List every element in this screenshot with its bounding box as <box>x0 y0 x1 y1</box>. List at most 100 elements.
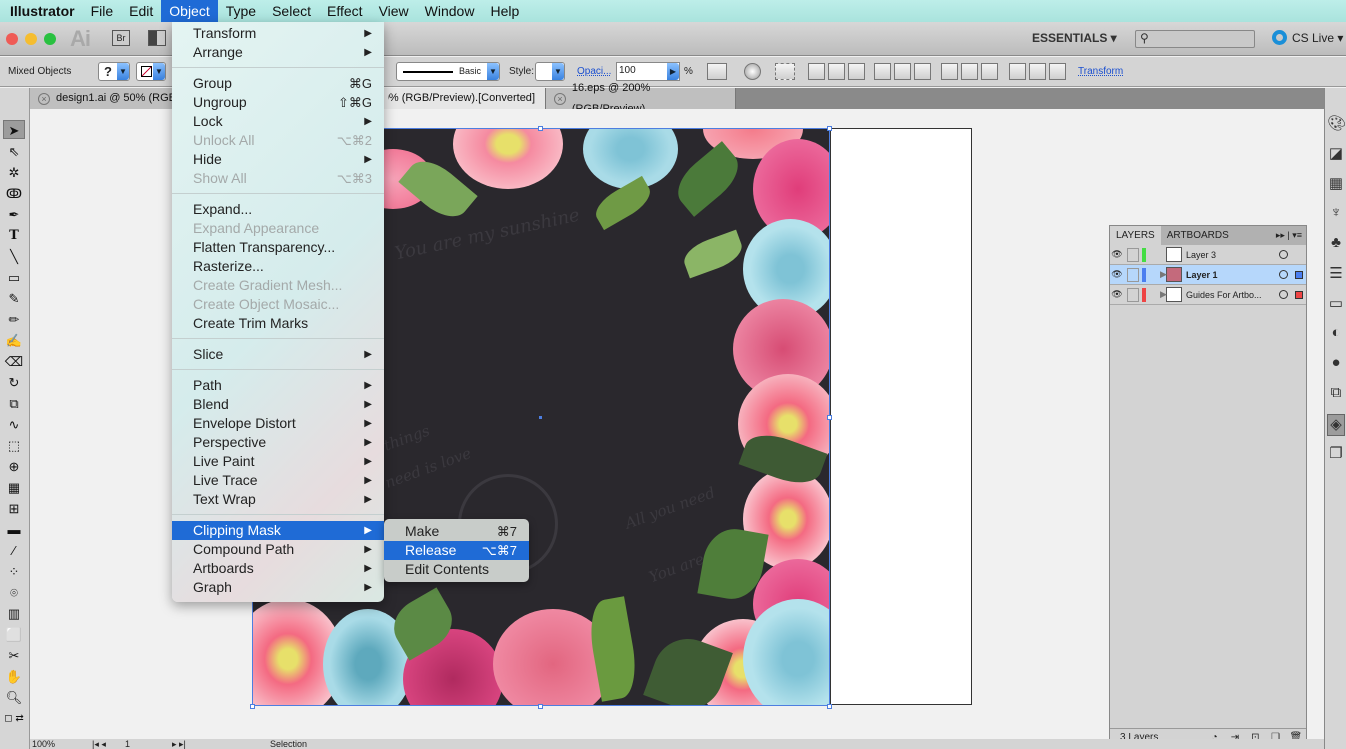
close-tab-icon[interactable]: × <box>38 92 50 105</box>
visibility-eye-icon[interactable]: 👁︎ <box>1110 249 1124 260</box>
tab-converted-eps[interactable]: [Converted].eps* @ 100% (RGB/Preview) <box>380 88 546 109</box>
distribute-vertical-center-icon[interactable] <box>961 63 978 80</box>
stroke-swatch[interactable]: ▼ <box>136 62 166 81</box>
menu-window[interactable]: Window <box>417 0 483 22</box>
color-guide-icon[interactable]: 🎨︎ <box>1327 114 1346 136</box>
visibility-eye-icon[interactable]: 👁︎ <box>1110 289 1124 300</box>
arrange-documents-icon[interactable] <box>148 30 166 46</box>
menu-item-rasterize[interactable]: Rasterize... <box>172 257 384 276</box>
gradient-panel-icon[interactable]: ▭ <box>1327 294 1345 316</box>
brushes-icon[interactable]: ♆ <box>1327 204 1345 226</box>
artboard-number-field[interactable]: 1 <box>125 739 130 749</box>
distribute-top-icon[interactable] <box>941 63 958 80</box>
eyedropper-tool-icon[interactable]: ⁄ <box>3 540 25 559</box>
distribute-right-icon[interactable] <box>1049 63 1066 80</box>
menu-help[interactable]: Help <box>482 0 527 22</box>
expand-triangle-icon[interactable]: ▶ <box>1160 289 1167 300</box>
menu-item-envelope-distort[interactable]: Envelope Distort ▶ <box>172 414 384 433</box>
layers-panel-icon[interactable]: ◈ <box>1327 414 1345 436</box>
appearance-icon[interactable]: ● <box>1327 354 1345 376</box>
menu-item-transform[interactable]: Transform ▶ <box>172 24 384 43</box>
magic-wand-tool-icon[interactable]: ✲ <box>3 162 25 181</box>
pencil-tool-icon[interactable]: ✏ <box>3 309 25 328</box>
menu-item-hide[interactable]: Hide ▶ <box>172 150 384 169</box>
target-circle-icon[interactable] <box>1279 290 1288 299</box>
menu-item-compound-path[interactable]: Compound Path ▶ <box>172 540 384 559</box>
rectangle-tool-icon[interactable]: ▭ <box>3 267 25 286</box>
lock-toggle[interactable] <box>1127 267 1139 282</box>
menu-edit[interactable]: Edit <box>121 0 161 22</box>
symbols-icon[interactable]: ♣ <box>1327 234 1345 256</box>
menu-object[interactable]: Object <box>161 0 218 22</box>
bounding-box-handle[interactable] <box>827 415 832 420</box>
opacity-link[interactable]: Opaci... <box>577 66 611 77</box>
menu-effect[interactable]: Effect <box>319 0 371 22</box>
next-artboard-icon[interactable]: ▸ ▸| <box>172 739 186 749</box>
eraser-tool-icon[interactable]: ⌫ <box>3 351 25 370</box>
blob-brush-tool-icon[interactable]: ✍ <box>3 330 25 349</box>
bounding-box-handle[interactable] <box>827 126 832 131</box>
artboards-panel-icon[interactable]: ❐ <box>1327 444 1345 466</box>
scale-tool-icon[interactable]: ⧉ <box>3 393 25 412</box>
menu-item-slice[interactable]: Slice ▶ <box>172 345 384 364</box>
expand-triangle-icon[interactable]: ▶ <box>1160 269 1167 280</box>
lasso-tool-icon[interactable]: ↂ <box>3 183 25 202</box>
layer-row-layer-3[interactable]: 👁︎ Layer 3 <box>1110 245 1306 265</box>
brush-stroke-dropdown[interactable]: Basic ▼ <box>396 62 500 81</box>
menu-item-live-trace[interactable]: Live Trace ▶ <box>172 471 384 490</box>
rotate-tool-icon[interactable]: ↻ <box>3 372 25 391</box>
menu-item-lock[interactable]: Lock ▶ <box>172 112 384 131</box>
tab-16-eps[interactable]: ×16.eps @ 200% (RGB/Preview) <box>546 82 736 115</box>
lock-toggle[interactable] <box>1127 247 1139 262</box>
blend-tool-icon[interactable]: ⁘ <box>3 561 25 580</box>
symbol-sprayer-tool-icon[interactable]: ⌾ <box>3 582 25 601</box>
current-tool-status[interactable]: Selection <box>270 739 307 749</box>
menu-item-create-trim-marks[interactable]: Create Trim Marks <box>172 314 384 333</box>
lock-toggle[interactable] <box>1127 287 1139 302</box>
selection-indicator[interactable] <box>1295 290 1303 299</box>
swap-fill-stroke-icon[interactable]: ◻ ⇄ <box>3 708 25 727</box>
menu-item-path[interactable]: Path ▶ <box>172 376 384 395</box>
swatches-icon[interactable]: ▦ <box>1327 174 1345 196</box>
tab-artboards[interactable]: ARTBOARDS <box>1161 226 1235 245</box>
warp-tool-icon[interactable]: ∿ <box>3 414 25 433</box>
free-transform-tool-icon[interactable]: ⬚ <box>3 435 25 454</box>
zoom-level-field[interactable]: 100% <box>32 739 55 749</box>
workspace-switcher[interactable]: ESSENTIALS ▾ <box>1032 31 1117 45</box>
menu-item-flatten-transparency[interactable]: Flatten Transparency... <box>172 238 384 257</box>
layer-name[interactable]: Layer 3 <box>1186 250 1216 260</box>
first-artboard-icon[interactable]: |◂ ◂ <box>92 739 106 749</box>
target-circle-icon[interactable] <box>1279 270 1288 279</box>
fill-swatch[interactable]: ? ▼ <box>98 62 130 81</box>
layer-row-guides[interactable]: 👁︎ ▶ Guides For Artbo... <box>1110 285 1306 305</box>
align-horizontal-center-icon[interactable] <box>828 63 845 80</box>
menu-item-arrange[interactable]: Arrange ▶ <box>172 43 384 62</box>
bounding-box-handle[interactable] <box>827 704 832 709</box>
submenu-item-release[interactable]: Release ⌥⌘7 <box>384 541 529 560</box>
distribute-bottom-icon[interactable] <box>981 63 998 80</box>
artboard-tool-icon[interactable]: ⬜ <box>3 624 25 643</box>
menu-item-clipping-mask[interactable]: Clipping Mask ▶ <box>172 521 384 540</box>
layer-row-layer-1[interactable]: 👁︎ ▶ Layer 1 <box>1110 265 1306 285</box>
type-tool-icon[interactable]: T <box>3 225 25 244</box>
menu-item-group[interactable]: Group ⌘G <box>172 74 384 93</box>
visibility-eye-icon[interactable]: 👁︎ <box>1110 269 1124 280</box>
close-tab-icon[interactable]: × <box>554 92 566 105</box>
perspective-grid-tool-icon[interactable]: ▦ <box>3 477 25 496</box>
hand-tool-icon[interactable]: ✋ <box>3 666 25 685</box>
distribute-horizontal-center-icon[interactable] <box>1029 63 1046 80</box>
pen-tool-icon[interactable]: ✒ <box>3 204 25 223</box>
align-left-icon[interactable] <box>808 63 825 80</box>
bounding-box-handle[interactable] <box>250 704 255 709</box>
slice-tool-icon[interactable]: ✂ <box>3 645 25 664</box>
layer-name[interactable]: Guides For Artbo... <box>1186 290 1262 300</box>
color-panel-icon[interactable]: ◪ <box>1327 144 1345 166</box>
menu-item-artboards[interactable]: Artboards ▶ <box>172 559 384 578</box>
cs-live-button[interactable]: CS Live ▾ <box>1272 30 1343 45</box>
menu-item-live-paint[interactable]: Live Paint ▶ <box>172 452 384 471</box>
menu-item-expand[interactable]: Expand... <box>172 200 384 219</box>
paintbrush-tool-icon[interactable]: ✎ <box>3 288 25 307</box>
menu-item-perspective[interactable]: Perspective ▶ <box>172 433 384 452</box>
menu-select[interactable]: Select <box>264 0 319 22</box>
menu-item-graph[interactable]: Graph ▶ <box>172 578 384 597</box>
